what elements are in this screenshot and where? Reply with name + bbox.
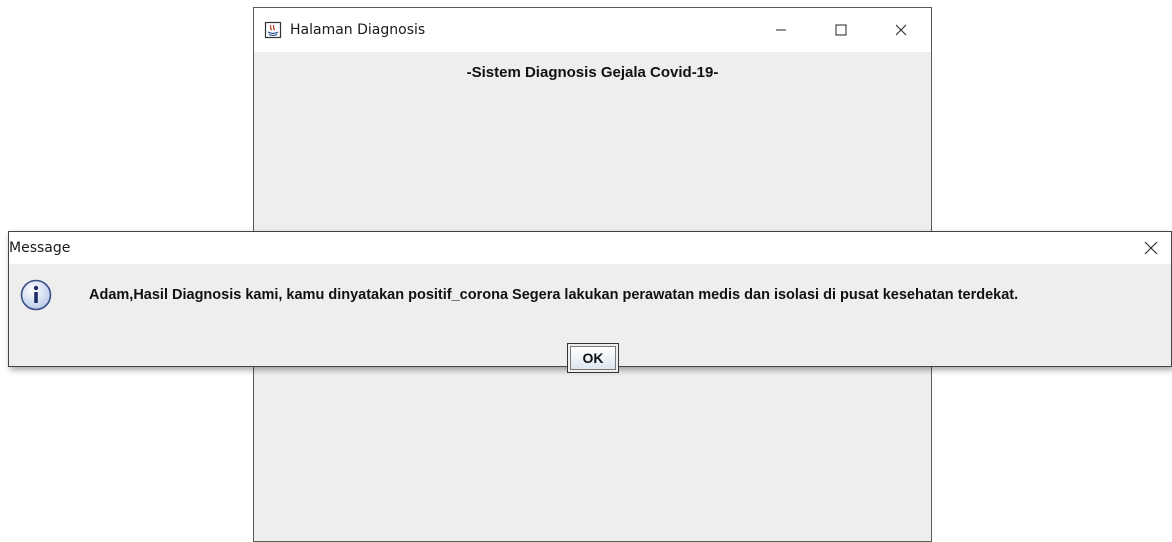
message-dialog: Message Adam,Hasil Diagnosis kami, kamu … [8, 231, 1172, 373]
dialog-body: Adam,Hasil Diagnosis kami, kamu dinyatak… [9, 264, 1171, 373]
dialog-close-button[interactable] [1131, 232, 1171, 264]
window-title: Halaman Diagnosis [290, 22, 426, 38]
ok-button-label: OK [570, 346, 616, 370]
close-button[interactable] [871, 8, 931, 52]
main-titlebar[interactable]: Halaman Diagnosis [254, 8, 931, 52]
close-icon [1144, 241, 1158, 255]
dialog-title: Message [9, 240, 71, 256]
dialog-message: Adam,Hasil Diagnosis kami, kamu dinyatak… [89, 287, 1019, 303]
info-icon [20, 279, 52, 311]
maximize-button[interactable] [811, 8, 871, 52]
maximize-icon [835, 24, 847, 36]
minimize-button[interactable] [751, 8, 811, 52]
ok-button[interactable]: OK [567, 343, 619, 373]
java-app-icon [264, 21, 282, 39]
window-controls [751, 8, 931, 52]
minimize-icon [776, 29, 786, 31]
dialog-titlebar[interactable]: Message [9, 232, 1171, 264]
page-heading: -Sistem Diagnosis Gejala Covid-19- [466, 64, 719, 81]
close-icon [895, 24, 907, 36]
